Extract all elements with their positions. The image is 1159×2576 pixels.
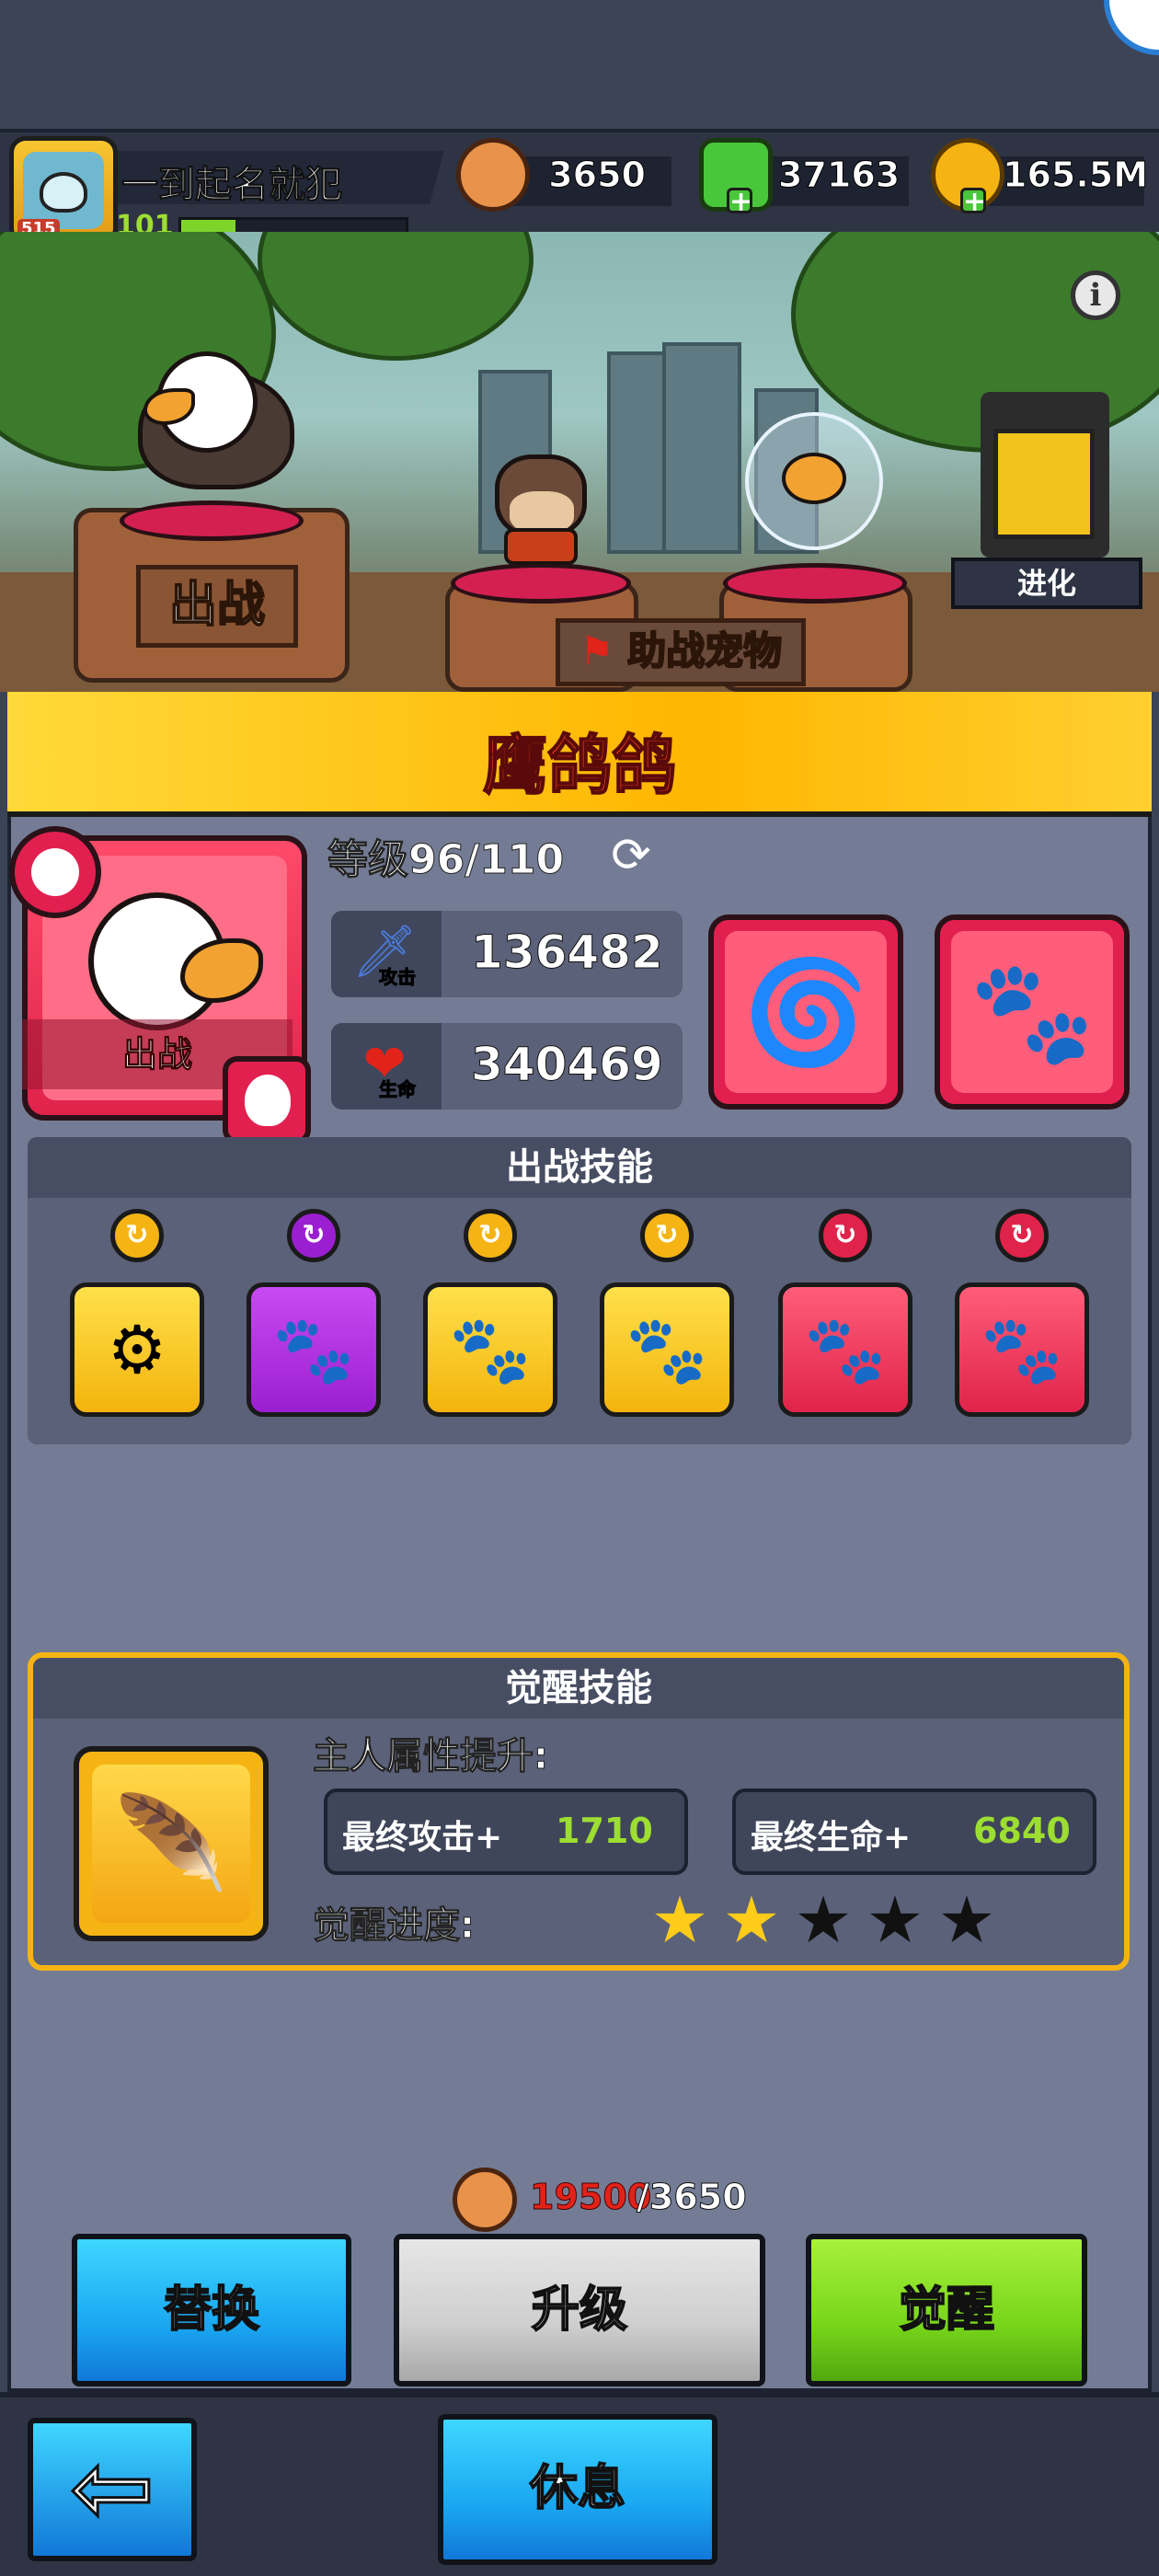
eagle-pet-icon[interactable] <box>101 333 331 508</box>
resource-gems-value: 37163 <box>778 155 901 196</box>
skill-paw-heal[interactable]: 🐾 <box>955 1282 1089 1417</box>
resource-coins-value: 3650 <box>548 155 647 196</box>
hp-stat: ❤ 生命 340469 <box>331 1023 683 1110</box>
evolve-button[interactable]: 进化 <box>951 392 1142 613</box>
paw-boost-skill[interactable]: 🐾 <box>935 914 1130 1110</box>
rest-button[interactable]: 休息 <box>438 2414 717 2565</box>
skill-chest-gear[interactable]: ⚙ <box>70 1282 204 1417</box>
cost-required: 19500 <box>529 2177 652 2218</box>
paw-up-icon: 🐾 <box>804 1310 887 1388</box>
dog-pet-icon[interactable] <box>486 436 596 574</box>
pet-name: 鹰鸽鸽 <box>482 727 677 804</box>
star-empty-icon: ★ <box>866 1882 924 1958</box>
avatar[interactable]: 515 <box>9 136 118 245</box>
pad-right <box>723 563 907 604</box>
skill-1-cycle-icon: ↻ <box>110 1209 164 1262</box>
assist-pets-label: 助战宠物 <box>626 627 783 674</box>
flag-icon: ⚑ <box>579 628 628 673</box>
deploy-sign: 出战 <box>136 565 298 648</box>
player-name: 一到起名就犯 <box>121 164 343 207</box>
evolve-label: 进化 <box>951 558 1142 609</box>
beast-emblem-icon <box>9 826 101 918</box>
star-empty-icon: ★ <box>937 1882 996 1958</box>
hp-value: 340469 <box>471 1038 664 1092</box>
replace-button[interactable]: 替换 <box>72 2234 351 2386</box>
attack-value: 136482 <box>471 926 664 980</box>
refresh-icon[interactable]: ⟳ <box>603 828 659 883</box>
upgrade-button[interactable]: 升级 <box>394 2234 765 2386</box>
paw-crab-icon: 🐾 <box>449 1310 532 1388</box>
add-gold-button[interactable]: + <box>960 188 986 216</box>
skill-paw-gear[interactable]: 🐾 <box>247 1282 381 1417</box>
dog-coin-icon <box>453 2168 517 2232</box>
skill-5-cycle-icon: ↻ <box>819 1209 872 1262</box>
awaken-skills-title: 觉醒技能 <box>33 1658 1124 1719</box>
skill-paw-up[interactable]: 🐾 <box>778 1282 912 1417</box>
info-icon[interactable]: i <box>1071 270 1120 320</box>
skill-paw-crab[interactable]: 🐾 <box>423 1282 557 1417</box>
avatar-face-icon <box>40 172 87 213</box>
final-hp-stat: 最终生命+ 6840 <box>732 1788 1096 1875</box>
back-arrow-icon: ⇦ <box>68 2428 155 2548</box>
back-button[interactable]: ⇦ <box>28 2418 197 2561</box>
assist-pets-sign[interactable]: ⚑ 助战宠物 <box>556 618 806 686</box>
goldfish-bowl-icon[interactable] <box>745 412 883 550</box>
attack-label: 攻击 <box>379 966 417 989</box>
evolve-tank-icon <box>993 429 1095 539</box>
status-area <box>0 0 1159 129</box>
star-filled-icon: ★ <box>722 1882 781 1958</box>
resource-gold-value: 165.5M <box>1003 155 1149 196</box>
feather-icon: 🪶 <box>92 1765 250 1923</box>
battle-skills-title: 出战技能 <box>28 1137 1131 1198</box>
fire-element-icon <box>223 1056 311 1144</box>
feather-skill[interactable]: 🪶 <box>74 1746 269 1941</box>
paw-gear-icon: 🐾 <box>272 1310 355 1388</box>
building-3 <box>662 342 741 554</box>
final-attack-stat: 最终攻击+ 1710 <box>324 1788 688 1875</box>
final-hp-label: 最终生命+ <box>751 1819 912 1857</box>
pet-detail-screen: 515 一到起名就犯 101 3650 + 37163 + 165.5M 出战 <box>0 0 1159 2576</box>
avatar-portrait <box>23 152 104 229</box>
attack-stat: 🗡 攻击 136482 <box>331 911 683 997</box>
tornado-skill[interactable]: 🌀 <box>708 914 903 1110</box>
upgrade-cost: 19500 /3650 <box>453 2168 784 2232</box>
awaken-progress-label: 觉醒进度: <box>313 1904 476 1948</box>
skill-paw-clock[interactable]: 🐾 <box>600 1282 734 1417</box>
skill-3-cycle-icon: ↻ <box>464 1209 517 1262</box>
skill-4-cycle-icon: ↻ <box>640 1209 694 1262</box>
pet-level: 等级96/110 <box>327 836 565 884</box>
chest-gear-icon: ⚙ <box>107 1311 167 1388</box>
skill-2-cycle-icon: ↻ <box>287 1209 340 1262</box>
tornado-icon: 🌀 <box>725 931 887 1093</box>
final-attack-label: 最终攻击+ <box>342 1819 503 1857</box>
dog-coin-icon <box>456 138 530 212</box>
final-attack-value: 1710 <box>556 1811 653 1851</box>
attr-boost-label: 主人属性提升: <box>313 1735 549 1778</box>
awaken-button[interactable]: 觉醒 <box>806 2234 1087 2386</box>
skill-6-cycle-icon: ↻ <box>995 1209 1049 1262</box>
add-gems-button[interactable]: + <box>727 188 752 216</box>
star-filled-icon: ★ <box>650 1882 709 1958</box>
cost-owned: /3650 <box>637 2177 748 2218</box>
paw-heal-icon: 🐾 <box>981 1310 1063 1388</box>
paw-clock-icon: 🐾 <box>625 1310 708 1388</box>
paw-boost-icon: 🐾 <box>951 931 1113 1093</box>
star-empty-icon: ★ <box>794 1882 853 1958</box>
hp-label: 生命 <box>379 1078 417 1101</box>
final-hp-value: 6840 <box>973 1811 1071 1851</box>
